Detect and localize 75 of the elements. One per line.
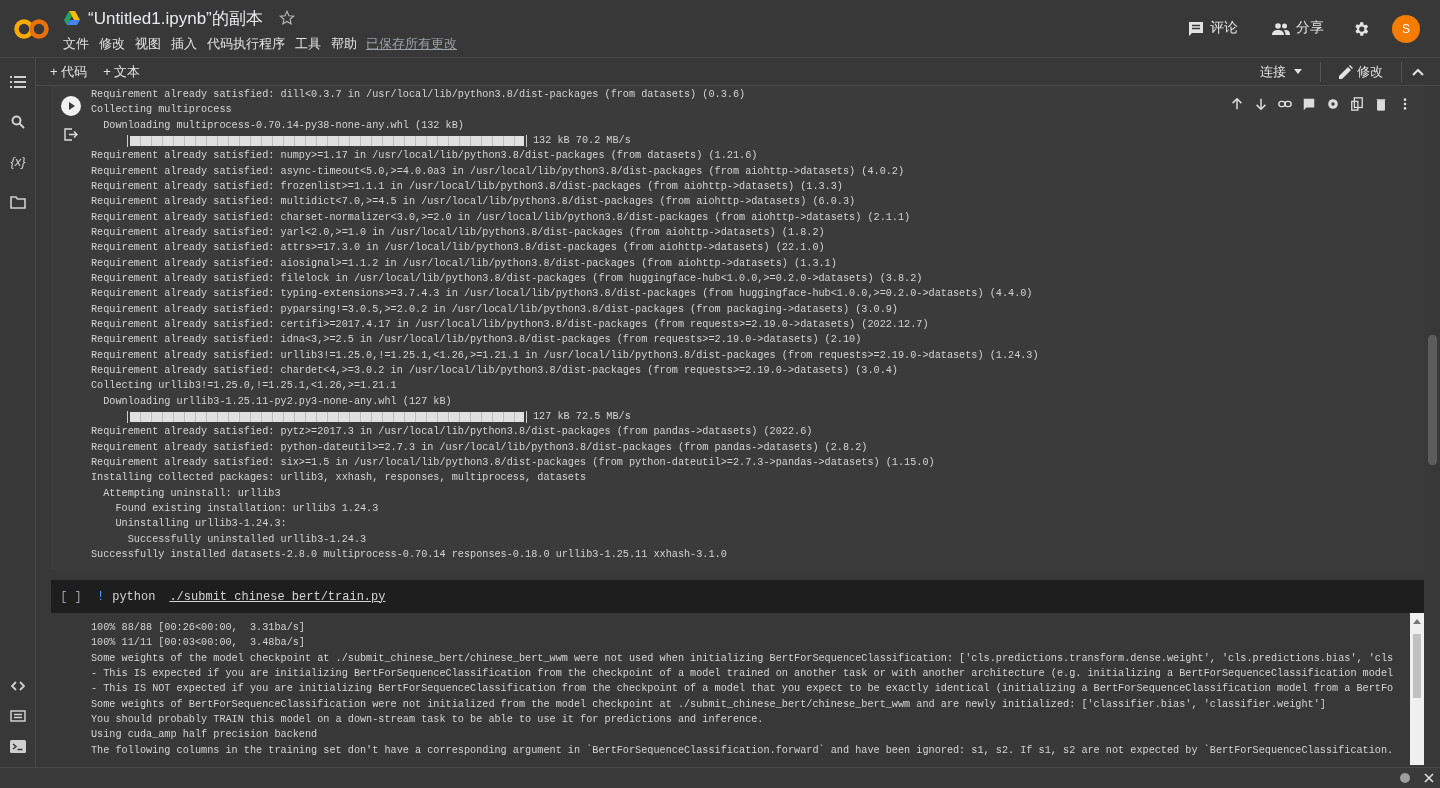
output-line: - This IS NOT expected if you are initializing BertForSequenceClassification from the checkpoint of a model that you expect to be exactly identical (initializing a BertForSequenceClassification model from a BertFo bbox=[91, 682, 1394, 697]
progress-reading: 127 kB 72.5 MB/s bbox=[533, 409, 631, 424]
output-line: Requirement already satisfied: chardet<4,>=3.0.2 in /usr/local/lib/python3.8/dist-packages (from requests>=2.19.0->datasets) (3.0.4) bbox=[91, 363, 898, 378]
output-line: You should probably TRAIN this model on a down-stream task to be able to use it for predictions and inference. bbox=[91, 712, 764, 727]
save-status-link[interactable]: 已保存所有更改 bbox=[366, 34, 457, 54]
run-button[interactable] bbox=[61, 96, 81, 116]
menu-item[interactable]: 文件 bbox=[58, 34, 94, 54]
output-line: Requirement already satisfied: dill<0.3.7 in /usr/local/lib/python3.8/dist-packages (from datasets) (0.3.6) bbox=[91, 88, 746, 102]
collapse-icon[interactable] bbox=[1412, 67, 1424, 76]
people-icon[interactable] bbox=[1272, 22, 1290, 35]
output-scrollbar[interactable] bbox=[1410, 613, 1424, 765]
output-line: Requirement already satisfied: pytz>=2017.3 in /usr/local/lib/python3.8/dist-packages (from pandas->datasets) (2022.6) bbox=[91, 425, 813, 440]
colab-logo-icon[interactable] bbox=[14, 16, 50, 41]
menu-item[interactable]: 帮助 bbox=[326, 34, 362, 54]
output-line: - This IS expected if you are initializing BertForSequenceClassification from the checkpoint of a model trained on another task or with another architecture (e.g. initializing a BertForSequenceClassification model bbox=[91, 667, 1394, 681]
menu-item[interactable]: 视图 bbox=[130, 34, 166, 54]
notebook-title[interactable]: “Untitled1.ipynb”的副本 bbox=[88, 5, 263, 31]
pencil-icon[interactable] bbox=[1339, 64, 1353, 79]
status-dot-icon bbox=[1400, 773, 1410, 783]
scroll-thumb[interactable] bbox=[1428, 335, 1437, 465]
output-line: Installing collected packages: urllib3, xxhash, responses, multiprocess, datasets bbox=[91, 471, 587, 486]
output-line: Found existing installation: urllib3 1.24.3 bbox=[114, 501, 379, 516]
output-line: Requirement already satisfied: numpy>=1.17 in /usr/local/lib/python3.8/dist-packages (from datasets) (1.21.6) bbox=[91, 149, 758, 164]
menu-item[interactable]: 修改 bbox=[94, 34, 130, 54]
execution-count: [ ] bbox=[59, 588, 83, 606]
code-line: ! python ./submit_chinese_bert/train.py bbox=[97, 588, 386, 606]
output-line: Requirement already satisfied: async-timeout<5.0,>=4.0.0a3 in /usr/local/lib/python3.8/dist-packages (from aiohttp->datasets) (4.0.2) bbox=[91, 164, 905, 179]
output-line: Some weights of the model checkpoint at ./submit_chinese_bert/chinese_bert_wwm were not used when initializing BertForSequenceClassification: ['cls.predictions.transform.dense.weight', 'cls.predictions.bias', 'cls bbox=[91, 651, 1394, 666]
output-line: Attempting uninstall: urllib3 bbox=[102, 486, 281, 501]
output-line: Requirement already satisfied: pyparsing!=3.0.5,>=2.0.2 in /usr/local/lib/python3.8/dist-packages (from packaging->datasets) (3.0.9) bbox=[91, 302, 898, 317]
code-editor[interactable]: [ ] ! python ./submit_chinese_bert/train.py bbox=[51, 580, 1424, 613]
output-line: Requirement already satisfied: filelock in /usr/local/lib/python3.8/dist-packages (from huggingface-hub<1.0.0,>=0.2.0->datasets) (3.8.2) bbox=[91, 271, 923, 286]
output-line: Requirement already satisfied: urllib3!=1.25.0,!=1.25.1,<1.26,>=1.21.1 in /usr/local/lib/python3.8/dist-packages (from requests>=2.19.0->datasets) (1.24.3) bbox=[91, 348, 1039, 363]
output-line: Downloading urllib3-1.25.11-py2.py3-none-any.whl (127 kB) bbox=[102, 394, 452, 409]
comment-button[interactable]: 评论 bbox=[1182, 17, 1244, 40]
add-cell-button[interactable]: + 代码 bbox=[42, 61, 96, 82]
caret-icon[interactable] bbox=[1294, 69, 1302, 74]
output-line: Some weights of BertForSequenceClassification were not initialized from the model checkpoint at ./submit_chinese_bert/chinese_bert_wwm and are newly initialized: ['classifier.bias', 'classifier.weight'] bbox=[91, 697, 1326, 712]
output-line: Uninstalling urllib3-1.24.3: bbox=[114, 517, 287, 532]
comment-icon[interactable] bbox=[1188, 20, 1204, 37]
output-line: Requirement already satisfied: python-dateutil>=2.7.3 in /usr/local/lib/python3.8/dist-packages (from pandas->datasets) (2.8.2) bbox=[91, 440, 868, 455]
output-line: Requirement already satisfied: idna<3,>=2.5 in /usr/local/lib/python3.8/dist-packages (from requests>=2.19.0->datasets) (2.10) bbox=[91, 333, 862, 348]
output-line: 100% 88/88 [00:26<00:00, 3.31ba/s] bbox=[91, 621, 305, 635]
output-line: Collecting multiprocess bbox=[91, 103, 232, 118]
drive-icon[interactable] bbox=[64, 11, 80, 26]
variables-button[interactable]: {x} bbox=[0, 142, 36, 182]
output-line: Requirement already satisfied: six>=1.5 in /usr/local/lib/python3.8/dist-packages (from python-dateutil>=2.7.3->pandas->datasets) (1.15.0) bbox=[91, 455, 935, 470]
progress-reading: 132 kB 70.2 MB/s bbox=[533, 134, 631, 148]
close-icon[interactable] bbox=[1424, 773, 1434, 783]
output-line: Using cuda_amp half precision backend bbox=[91, 728, 318, 743]
output-line: Downloading multiprocess-0.70.14-py38-none-any.whl (132 kB) bbox=[102, 118, 464, 133]
output-line: Requirement already satisfied: multidict<7.0,>=4.5 in /usr/local/lib/python3.8/dist-packages (from aiohttp->datasets) (6.0.3) bbox=[91, 195, 856, 210]
connect-button[interactable]: 连接 bbox=[1252, 61, 1310, 82]
output-line: 100% 11/11 [00:03<00:00, 3.48ba/s] bbox=[91, 636, 305, 651]
output-line: Requirement already satisfied: typing-extensions>=3.7.4.3 in /usr/local/lib/python3.8/dist-packages (from huggingface-hub<1.0.0,>=0.2.0->datasets) (4.4.0) bbox=[91, 287, 1033, 302]
output-menu-icon[interactable] bbox=[64, 128, 78, 141]
star-icon[interactable] bbox=[278, 10, 295, 27]
output-line: Requirement already satisfied: charset-normalizer<3.0,>=2.0 in /usr/local/lib/python3.8/dist-packages (from aiohttp->datasets) (2.1.1) bbox=[91, 210, 911, 225]
output-line: Requirement already satisfied: frozenlist>=1.1.1 in /usr/local/lib/python3.8/dist-packages (from aiohttp->datasets) (1.3.3) bbox=[91, 179, 843, 194]
output-line: Requirement already satisfied: aiosignal>=1.1.2 in /usr/local/lib/python3.8/dist-packages (from aiohttp->datasets) (1.3.1) bbox=[91, 256, 837, 271]
add-cell-button[interactable]: + 文本 bbox=[95, 61, 149, 82]
scroll-up-icon[interactable] bbox=[1413, 619, 1421, 624]
scroll-thumb[interactable] bbox=[1413, 634, 1421, 698]
output-line: Successfully installed datasets-2.8.0 multiprocess-0.70.14 responses-0.18.0 urllib3-1.25.11 xxhash-3.1.0 bbox=[91, 547, 727, 562]
output-line: Requirement already satisfied: yarl<2.0,>=1.0 in /usr/local/lib/python3.8/dist-packages (from aiohttp->datasets) (1.8.2) bbox=[91, 225, 825, 240]
output-line: Successfully uninstalled urllib3-1.24.3 bbox=[126, 532, 367, 547]
output-line: Requirement already satisfied: attrs>=17.3.0 in /usr/local/lib/python3.8/dist-packages (from aiohttp->datasets) (22.1.0) bbox=[91, 241, 825, 256]
share-button[interactable]: 分享 bbox=[1266, 17, 1330, 40]
menu-item[interactable]: 插入 bbox=[166, 34, 202, 54]
output-line: Requirement already satisfied: certifi>=2017.4.17 in /usr/local/lib/python3.8/dist-packages (from requests>=2.19.0->datasets) (2022.12.7) bbox=[91, 317, 929, 332]
edit-button[interactable]: 修改 bbox=[1331, 61, 1391, 82]
output-line: Collecting urllib3!=1.25.0,!=1.25.1,<1.26,>=1.21.1 bbox=[91, 379, 397, 394]
menu-item[interactable]: 代码执行程序 bbox=[202, 34, 290, 54]
menu-item[interactable]: 工具 bbox=[290, 34, 326, 54]
output-line: The following columns in the training set don't have a corresponding argument in `BertForSequenceClassification.forward` and have been ignored: s1, s2. If s1, s2 are not expected by `BertForSequenceClassification. bbox=[91, 743, 1394, 758]
